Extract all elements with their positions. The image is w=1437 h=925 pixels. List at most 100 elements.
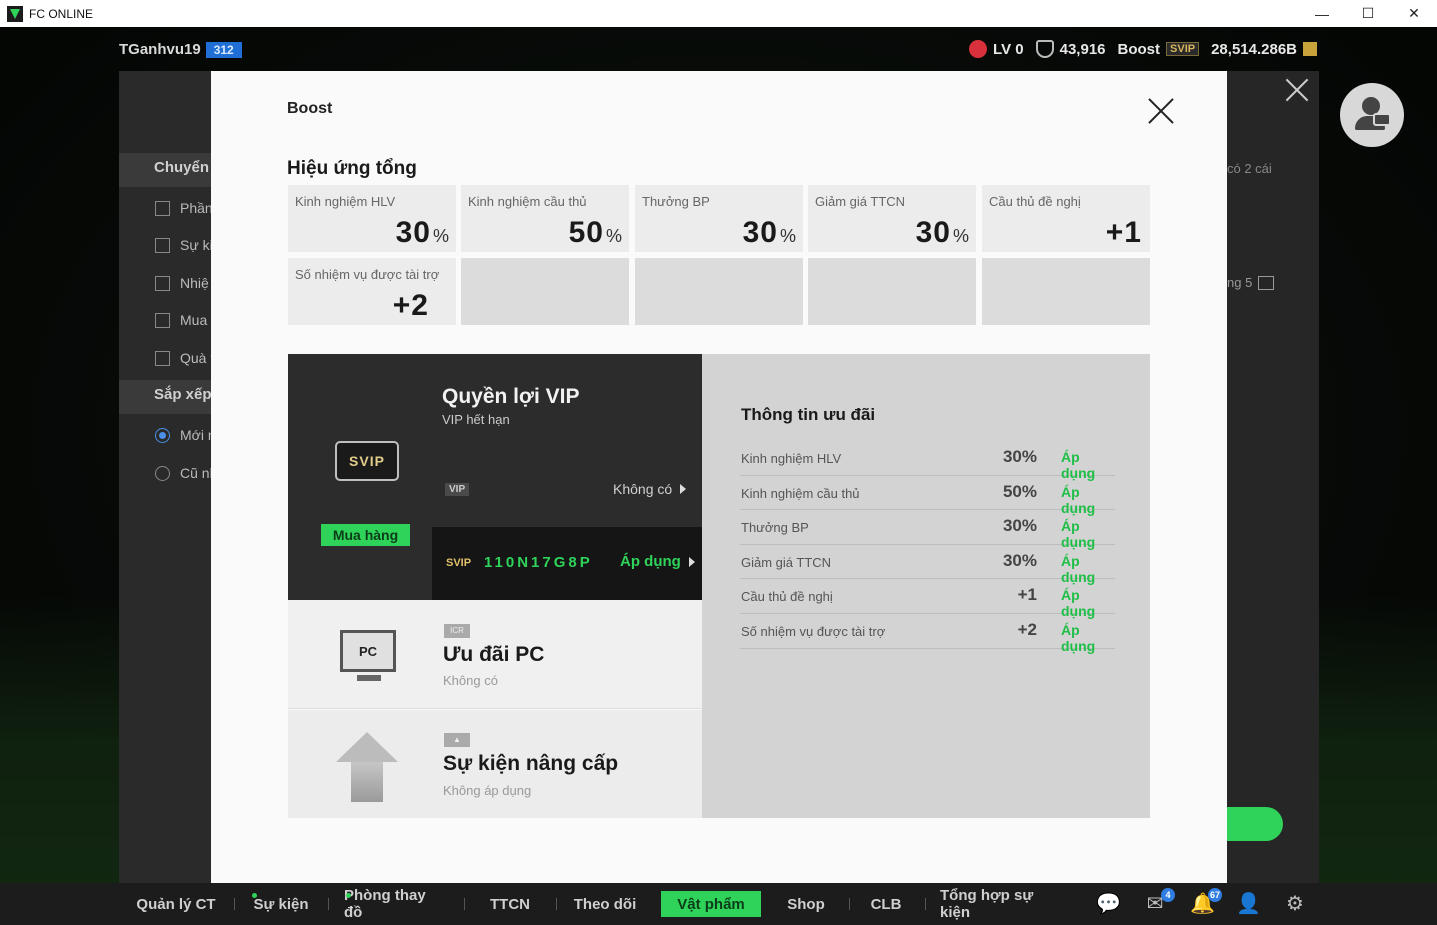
apply-status: Áp dụng xyxy=(1061,621,1096,654)
offer-info-list: Kinh nghiệm HLV 30% Áp dụng Kinh nghiệm cầ… xyxy=(740,441,1115,654)
maximize-button[interactable]: ☐ xyxy=(1345,0,1391,27)
filter-item[interactable]: Quà t xyxy=(155,350,212,366)
filter-item[interactable]: Mua xyxy=(155,312,212,328)
checkbox[interactable] xyxy=(155,237,170,253)
effect-card: Số nhiệm vụ được tài trợ +2 xyxy=(288,258,456,325)
vip-none-link[interactable]: Không có xyxy=(613,481,687,497)
vip-subtitle: VIP hết hạn xyxy=(442,412,510,427)
use-button[interactable] xyxy=(1227,807,1283,841)
benefit-section: SVIP Mua hàng Quyền lợi VIP VIP hết hạn … xyxy=(288,354,1150,818)
bottom-nav: Quản lý CT Sự kiện Phòng thay đồ TTCN Th… xyxy=(0,883,1437,925)
vip-title: Quyền lợi VIP xyxy=(442,385,580,408)
nav-club[interactable]: CLB xyxy=(862,883,910,925)
vip-tag: VIP xyxy=(445,483,470,496)
svip-tag: SVIP xyxy=(446,557,472,569)
sort-option[interactable]: Cũ nh xyxy=(155,465,212,481)
upgrade-subtitle: Không áp dụng xyxy=(443,783,532,798)
effect-card-empty xyxy=(635,258,803,325)
offer-info-panel: Thông tin ưu đãi Kinh nghiệm HLV 30% Áp dụ… xyxy=(702,354,1150,818)
item-date: ng 5 xyxy=(1227,275,1275,290)
offer-row: Kinh nghiệm HLV 30% Áp dụng xyxy=(740,441,1115,481)
filter-item[interactable]: Nhiệ xyxy=(155,275,212,291)
filter-item[interactable]: Sự ki xyxy=(155,237,212,253)
minimize-button[interactable]: — xyxy=(1299,0,1345,27)
nav-shop[interactable]: Shop xyxy=(778,883,834,925)
nav-team-management[interactable]: Quản lý CT xyxy=(136,883,216,925)
window-titlebar: FC ONLINE — ☐ ✕ xyxy=(0,0,1437,27)
boost-modal: Boost Hiệu ứng tổng Kinh nghiệm HLV 30% … xyxy=(211,71,1227,883)
chat-bubble-icon xyxy=(1373,113,1391,126)
checkbox[interactable] xyxy=(155,312,170,328)
shield-icon xyxy=(1035,40,1054,58)
checkbox[interactable] xyxy=(155,275,170,291)
points-indicator[interactable]: 43,916 xyxy=(1035,40,1106,58)
nav-watch[interactable]: Theo dõi xyxy=(570,883,640,925)
effects-grid: Kinh nghiệm HLV 30% Kinh nghiệm cầu thủ … xyxy=(288,185,1150,325)
vip-card: SVIP Mua hàng Quyền lợi VIP VIP hết hạn … xyxy=(288,354,702,600)
effect-card-empty xyxy=(461,258,629,325)
user-info: TGanhvu19 312 xyxy=(119,41,242,58)
nav-events[interactable]: Sự kiện xyxy=(250,883,312,925)
coin-icon xyxy=(1303,42,1317,56)
hud-stats: LV 0 43,916 Boost SVIP 28,514.286B xyxy=(969,40,1317,58)
app-logo-icon xyxy=(7,5,23,22)
upgrade-arrow-icon xyxy=(336,732,398,762)
nav-ttcn[interactable]: TTCN xyxy=(480,883,540,925)
points-text: 43,916 xyxy=(1059,40,1106,58)
radio[interactable] xyxy=(155,465,170,481)
svip-code-row: SVIP 110N17G8P Áp dụng xyxy=(432,527,702,600)
bell-icon[interactable]: 🔔 67 xyxy=(1190,888,1222,915)
lv-indicator[interactable]: LV 0 xyxy=(969,40,1024,58)
modal-close-icon[interactable] xyxy=(1148,98,1174,124)
effect-card: Kinh nghiệm cầu thủ 50% xyxy=(461,185,629,252)
offer-info-title: Thông tin ưu đãi xyxy=(741,405,876,424)
pc-benefit-card: PC ICR Ưu đãi PC Không có xyxy=(288,600,702,709)
offer-row: Thưởng BP 30% Áp dụng xyxy=(740,510,1115,550)
checkbox[interactable] xyxy=(155,350,170,366)
nav-items-active[interactable]: Vật phẩm xyxy=(661,891,761,917)
filter-panel: Chuyển đổi Phần Sự ki Nhiệ Mua Quà t Sắp… xyxy=(119,71,212,883)
mail-icon[interactable]: ✉ 4 xyxy=(1143,888,1175,915)
balance-indicator[interactable]: 28,514.286B xyxy=(1211,41,1317,58)
effect-card: Giảm giá TTCN 30% xyxy=(808,185,976,252)
filter-header: Chuyển đổi xyxy=(119,153,211,187)
upgrade-event-card: ▲ Sự kiện nâng cấp Không áp dụng xyxy=(288,710,702,818)
notification-badge: 67 xyxy=(1207,888,1222,902)
profile-chat-button[interactable] xyxy=(1340,83,1404,147)
boost-indicator[interactable]: Boost SVIP xyxy=(1118,41,1200,58)
sort-option[interactable]: Mới n xyxy=(155,427,212,443)
nav-locker-room[interactable]: Phòng thay đồ xyxy=(344,883,448,925)
apply-link[interactable]: Áp dụng xyxy=(620,553,695,570)
chevron-right-icon xyxy=(688,556,695,567)
modal-title: Boost xyxy=(287,100,333,117)
profile-icon[interactable]: 👤 xyxy=(1236,893,1261,915)
svip-badge: SVIP xyxy=(1166,42,1200,56)
boost-label: Boost xyxy=(1117,40,1161,58)
pc-title: Ưu đãi PC xyxy=(443,643,545,666)
offer-row: Giảm giá TTCN 30% Áp dụng xyxy=(740,545,1115,585)
effect-card: Thưởng BP 30% xyxy=(635,185,803,252)
buy-button[interactable]: Mua hàng xyxy=(321,524,410,546)
settings-gear-icon[interactable]: ⚙ xyxy=(1283,893,1307,915)
top-hud: TGanhvu19 312 LV 0 43,916 Boost SVIP 28,… xyxy=(0,27,1437,71)
offer-row: Kinh nghiệm cầu thủ 50% Áp dụng xyxy=(740,476,1115,516)
effect-card: Cầu thủ đề nghị +1 xyxy=(982,185,1150,252)
mail-badge: 4 xyxy=(1161,888,1175,902)
offer-row: Cầu thủ đề nghị +1 Áp dụng xyxy=(740,579,1115,619)
upgrade-title: Sự kiện nâng cấp xyxy=(443,752,619,775)
chevron-right-icon xyxy=(680,484,687,494)
window-title: FC ONLINE xyxy=(29,6,94,21)
close-icon[interactable] xyxy=(1285,78,1309,102)
sort-header: Sắp xếp xyxy=(119,380,211,414)
checkbox[interactable] xyxy=(155,200,170,216)
effect-card-empty xyxy=(982,258,1150,325)
chat-icon[interactable]: 💬 xyxy=(1096,893,1121,915)
lv-text: LV 0 xyxy=(993,40,1024,58)
new-dot xyxy=(346,893,351,898)
close-window-button[interactable]: ✕ xyxy=(1391,0,1437,27)
nav-event-summary[interactable]: Tổng hợp sự kiện xyxy=(940,883,1060,925)
radio-selected[interactable] xyxy=(155,427,170,443)
filter-item[interactable]: Phần xyxy=(155,200,212,216)
username: TGanhvu19 xyxy=(119,41,201,58)
item-panel: có 2 cái ng 5 xyxy=(1227,71,1319,883)
